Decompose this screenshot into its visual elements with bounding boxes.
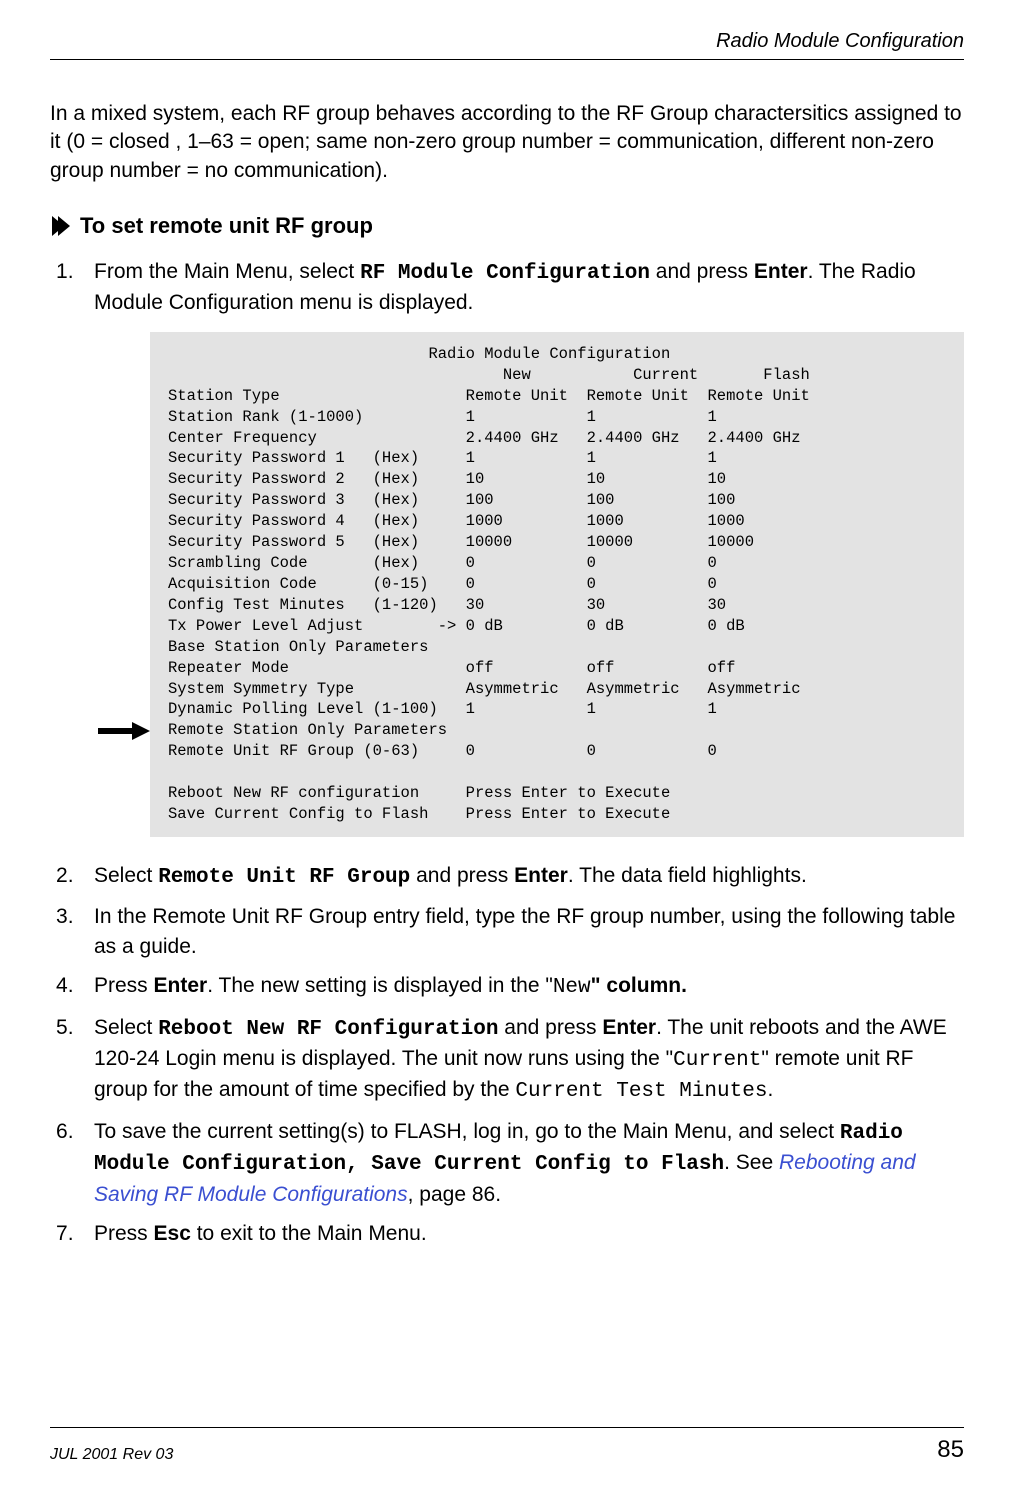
page-footer: JUL 2001 Rev 03 85 [50,1436,964,1464]
step-6-pre: To save the current setting(s) to FLASH,… [94,1120,840,1143]
step-2-cmd: Remote Unit RF Group [158,866,410,889]
step-1-cmd: RF Module Configuration [360,262,650,285]
step-4: Press Enter. The new setting is displaye… [50,971,964,1002]
step-5-code2: Current Test Minutes [515,1080,767,1103]
footer-revision: JUL 2001 Rev 03 [50,1446,173,1464]
step-1-text-1: From the Main Menu, select [94,260,360,283]
step-3: In the Remote Unit RF Group entry field,… [50,902,964,961]
step-6: To save the current setting(s) to FLASH,… [50,1117,964,1209]
step-4-post: " column. [591,974,687,997]
step-2-pre: Select [94,864,158,887]
step-2: Select Remote Unit RF Group and press En… [50,861,964,892]
running-head: Radio Module Configuration [50,30,964,59]
footer-rule [50,1427,964,1428]
step-1-text-2: and press [650,260,754,283]
page-number: 85 [937,1436,964,1464]
step-7-key: Esc [154,1222,191,1245]
step-4-pre: Press [94,974,154,997]
procedure-title: To set remote unit RF group [80,213,373,239]
step-7: Press Esc to exit to the Main Menu. [50,1219,964,1248]
step-2-mid: and press [410,864,514,887]
step-7-post: to exit to the Main Menu. [191,1222,427,1245]
step-5-cmd: Reboot New RF Configuration [158,1018,498,1041]
step-5-mid1: and press [498,1016,602,1039]
step-3-text: In the Remote Unit RF Group entry field,… [94,905,955,957]
intro-paragraph: In a mixed system, each RF group behaves… [50,100,964,185]
step-2-post: . The data field highlights. [568,864,807,887]
step-list: From the Main Menu, select RF Module Con… [50,257,964,1248]
step-5: Select Reboot New RF Configuration and p… [50,1013,964,1107]
step-4-code: New [553,976,591,999]
step-5-code1: Current [673,1049,761,1072]
step-2-key: Enter [514,864,568,887]
step-5-post: . [767,1078,773,1101]
step-6-post: , page 86. [408,1183,501,1206]
step-1: From the Main Menu, select RF Module Con… [50,257,964,837]
step-4-mid: . The new setting is displayed in the " [207,974,553,997]
procedure-heading: To set remote unit RF group [50,213,964,239]
arrow-indicator-icon [98,719,150,748]
step-6-mid: . See [724,1151,779,1174]
terminal-wrap: Radio Module Configuration New Current F… [150,332,964,837]
step-4-key: Enter [154,974,208,997]
terminal-screen: Radio Module Configuration New Current F… [150,332,964,837]
step-5-key: Enter [602,1016,656,1039]
step-1-key: Enter [754,260,808,283]
header-rule [50,59,964,60]
step-7-pre: Press [94,1222,154,1245]
right-chevron-icon [50,214,70,238]
step-5-pre: Select [94,1016,158,1039]
